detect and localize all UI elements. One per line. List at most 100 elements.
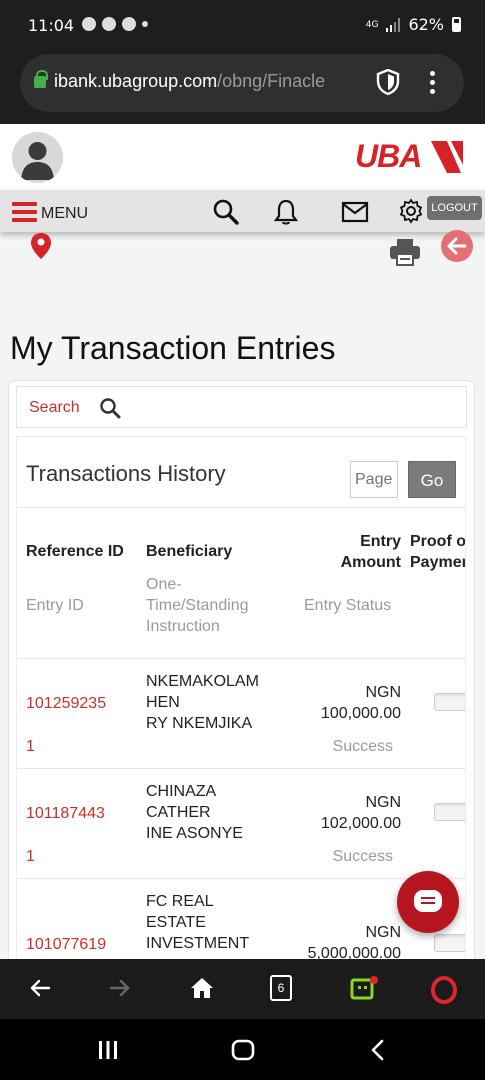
search-label: Search (29, 399, 80, 416)
mail-icon[interactable] (341, 201, 369, 223)
back-button[interactable] (441, 230, 473, 262)
signal-icon (386, 17, 401, 32)
beneficiary-line: RY NKEMJIKA (146, 715, 253, 732)
chat-bubble-icon (414, 890, 442, 912)
status-badge: Success (332, 848, 393, 865)
search-toggle[interactable]: Search (16, 386, 467, 428)
home-icon[interactable] (189, 976, 215, 1000)
amount: 102,000.00 (320, 815, 401, 832)
search-icon (100, 398, 121, 419)
forward-arrow-icon[interactable] (108, 976, 132, 1000)
beneficiary-line: FC REAL (146, 893, 214, 910)
bell-icon[interactable] (272, 198, 300, 226)
beneficiary-name: FC REAL ESTATE INVESTMENT (146, 891, 249, 954)
avatar[interactable] (12, 132, 63, 183)
home-button-icon[interactable] (231, 1039, 255, 1061)
battery-icon (452, 17, 461, 32)
col-header-entry-amount-line1: Entry (360, 533, 401, 550)
status-badge: Success (332, 738, 393, 755)
hamburger-icon (12, 202, 37, 226)
proof-of-payment-toggle[interactable] (434, 693, 465, 711)
gear-icon[interactable] (398, 198, 424, 224)
browser-toolbar: ibank.ubagroup.com/obng/Finacle (0, 46, 485, 124)
col-header-entry-amount[interactable]: Entry Amount (291, 531, 401, 573)
col-subheader-entry-id: Entry ID (26, 597, 84, 614)
recent-apps-icon[interactable] (97, 1040, 119, 1060)
entry-amount: NGN 5,000,000.00 (277, 922, 401, 964)
currency: NGN (365, 924, 401, 941)
divider (17, 507, 465, 508)
browser-menu-icon[interactable] (430, 71, 436, 98)
col-header-beneficiary[interactable]: Beneficiary (146, 541, 232, 562)
search-icon[interactable] (212, 198, 240, 226)
tabs-count[interactable]: 6 (270, 975, 292, 1001)
col-header-proof-line2: Paymer (410, 554, 466, 571)
entry-id: 1 (26, 738, 35, 755)
col-subheader-instruction-line3: Instruction (146, 618, 220, 635)
reference-id-link[interactable]: 101259235 (26, 693, 106, 714)
url-host: ibank.ubagroup.com (54, 71, 218, 91)
proof-of-payment-toggle[interactable] (434, 934, 465, 952)
network-type: 4G (365, 19, 379, 30)
chrome-notification-icon (82, 17, 96, 31)
proof-of-payment-toggle[interactable] (434, 803, 465, 821)
reference-id-link[interactable]: 101077619 (26, 934, 106, 955)
whatsapp-notification-icon (102, 17, 116, 31)
shield-icon[interactable] (376, 69, 400, 95)
chat-notification-icon (122, 17, 136, 31)
currency: NGN (365, 794, 401, 811)
divider (17, 768, 465, 769)
col-subheader-instruction-line1: One- (146, 576, 182, 593)
beneficiary-name: CHINAZA CATHER INE ASONYE (146, 781, 243, 844)
chat-support-button[interactable] (397, 871, 459, 933)
back-nav-icon[interactable] (370, 1039, 386, 1061)
beneficiary-line: CATHER (146, 804, 211, 821)
status-time: 11:04 (28, 16, 75, 35)
col-header-reference-id[interactable]: Reference ID (26, 541, 124, 562)
divider (17, 878, 465, 879)
col-header-entry-amount-line2: Amount (340, 554, 401, 571)
beneficiary-line: ESTATE (146, 914, 206, 931)
col-header-proof-of-payment[interactable]: Proof o Paymer (410, 531, 466, 573)
printer-icon[interactable] (389, 238, 421, 266)
notification-icons (82, 17, 148, 31)
beneficiary-line: NKEMAKOLAM (146, 673, 259, 690)
reference-id-link[interactable]: 101187443 (26, 803, 105, 824)
entry-id: 1 (26, 848, 35, 865)
entry-amount: NGN 102,000.00 (277, 792, 401, 834)
url-text[interactable]: ibank.ubagroup.com/obng/Finacle (54, 71, 354, 92)
menu-button[interactable]: MENU (12, 202, 88, 226)
uba-logo-mark-icon (431, 140, 464, 173)
game-icon[interactable] (350, 976, 378, 1002)
amount: 100,000.00 (320, 705, 401, 722)
opera-icon[interactable] (431, 976, 457, 1004)
beneficiary-line: INVESTMENT (146, 935, 250, 952)
browser-bottom-bar: 6 (0, 959, 485, 1019)
go-button[interactable]: Go (408, 461, 456, 498)
main-navbar: MENU LOGOUT (0, 190, 485, 232)
back-arrow-icon[interactable] (28, 976, 52, 1000)
page-number-input[interactable] (350, 461, 398, 498)
beneficiary-line: HEN (146, 694, 180, 711)
system-navigation-bar (0, 1019, 485, 1080)
beneficiary-line: INE ASONYE (146, 825, 243, 842)
panel-title: Transactions History (26, 461, 226, 486)
url-path: /obng/Finacle (217, 71, 326, 91)
lock-icon (34, 70, 48, 88)
menu-label: MENU (41, 205, 89, 222)
app-header: UBA (0, 124, 485, 190)
col-subheader-instruction-line2: Time/Standing (146, 597, 249, 614)
status-bar: 11:04 4G 62% (0, 0, 485, 46)
divider (17, 658, 465, 659)
col-subheader-entry-status: Entry Status (304, 597, 392, 614)
brand-name: UBA (355, 138, 422, 174)
logout-button[interactable]: LOGOUT (427, 196, 482, 220)
col-subheader-instruction: One- Time/Standing Instruction (146, 574, 249, 637)
currency: NGN (365, 684, 401, 701)
col-header-proof-line1: Proof o (410, 533, 466, 550)
location-pin-icon[interactable] (30, 232, 52, 260)
battery-percent: 62% (408, 15, 444, 34)
more-notifications-icon (142, 21, 148, 27)
page-title: My Transaction Entries (10, 330, 336, 366)
address-bar[interactable]: ibank.ubagroup.com/obng/Finacle (20, 54, 464, 112)
